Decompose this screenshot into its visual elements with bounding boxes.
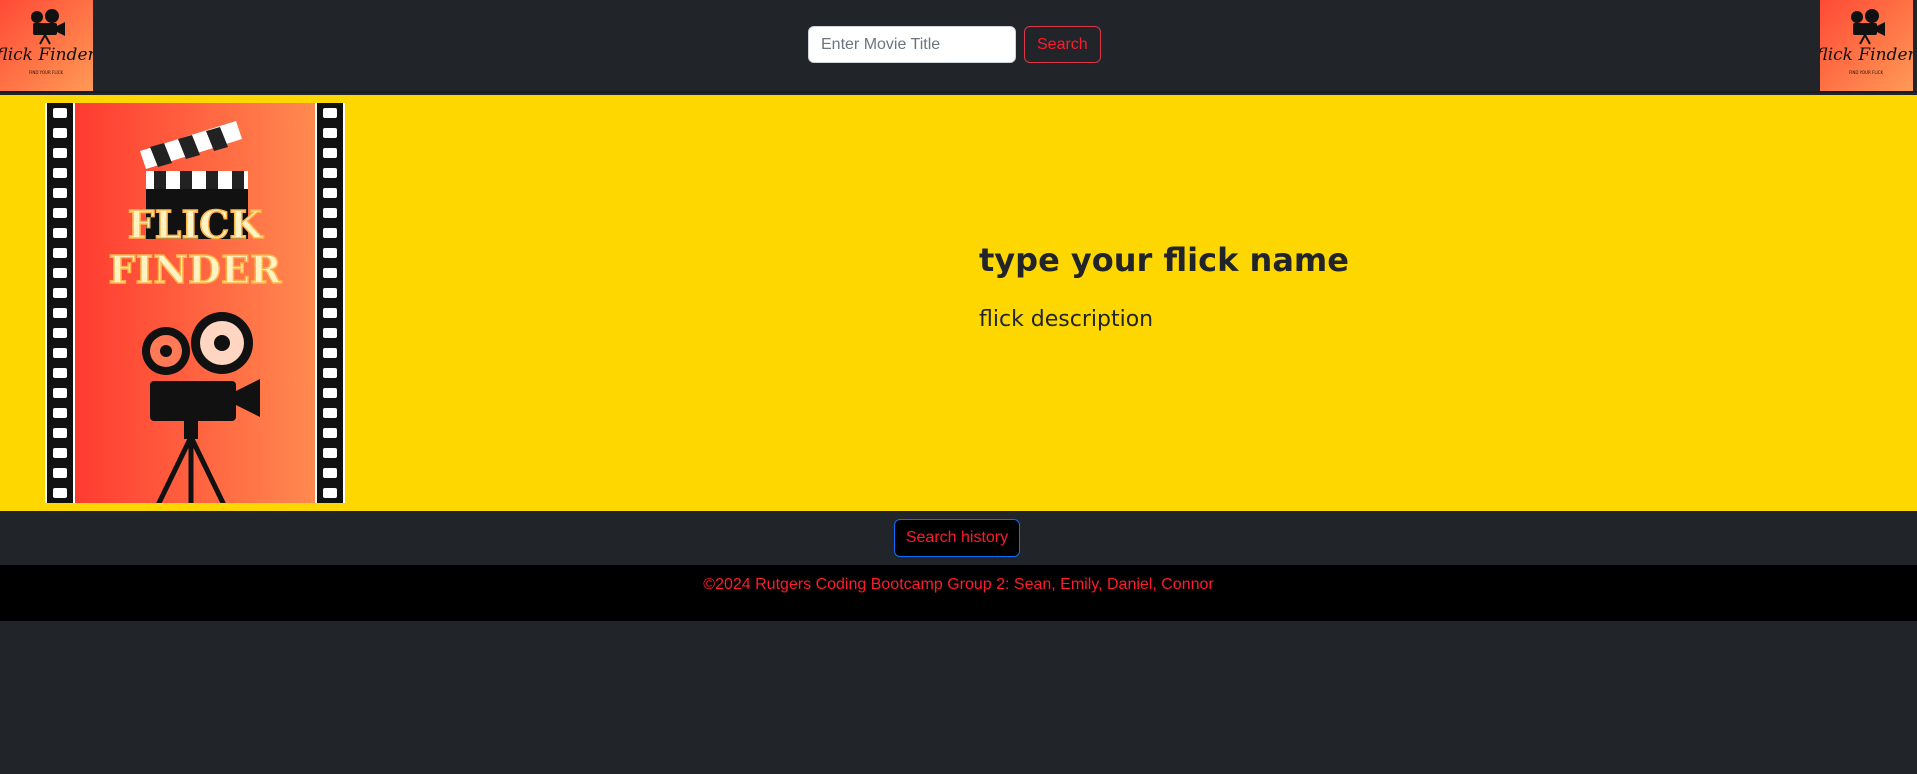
svg-text:flick Finder: flick Finder (0, 45, 93, 65)
flick-info: type your flick name flick description (979, 241, 1349, 332)
footer: ©2024 Rutgers Coding Bootcamp Group 2: S… (0, 565, 1917, 621)
search-history-button[interactable]: Search history (894, 519, 1020, 557)
movie-title-input[interactable] (808, 26, 1016, 63)
search-history-bar: Search history (0, 511, 1917, 565)
poster-text-flick: FLICK (128, 202, 265, 247)
poster-text-finder: FINDER (109, 247, 282, 292)
svg-text:FIND YOUR FLICK: FIND YOUR FLICK (29, 70, 64, 75)
search-form: Search (808, 26, 1101, 63)
flick-description: flick description (979, 307, 1154, 332)
top-navbar: flick Finder FIND YOUR FLICK Search flic… (0, 0, 1917, 93)
flick-finder-logo-icon[interactable]: flick Finder FIND YOUR FLICK (0, 0, 93, 91)
search-button[interactable]: Search (1024, 26, 1101, 63)
flick-finder-logo-icon[interactable]: flick Finder FIND YOUR FLICK (1820, 0, 1913, 91)
footer-credits: ©2024 Rutgers Coding Bootcamp Group 2: S… (703, 576, 1214, 593)
hero-section: FLICK FINDER type your flick name flick … (0, 95, 1917, 511)
flick-title: type your flick name (979, 241, 1349, 279)
svg-text:FIND YOUR FLICK: FIND YOUR FLICK (1849, 70, 1884, 75)
flick-finder-poster-icon: FLICK FINDER (45, 103, 345, 507)
svg-text:flick Finder: flick Finder (1820, 45, 1913, 65)
